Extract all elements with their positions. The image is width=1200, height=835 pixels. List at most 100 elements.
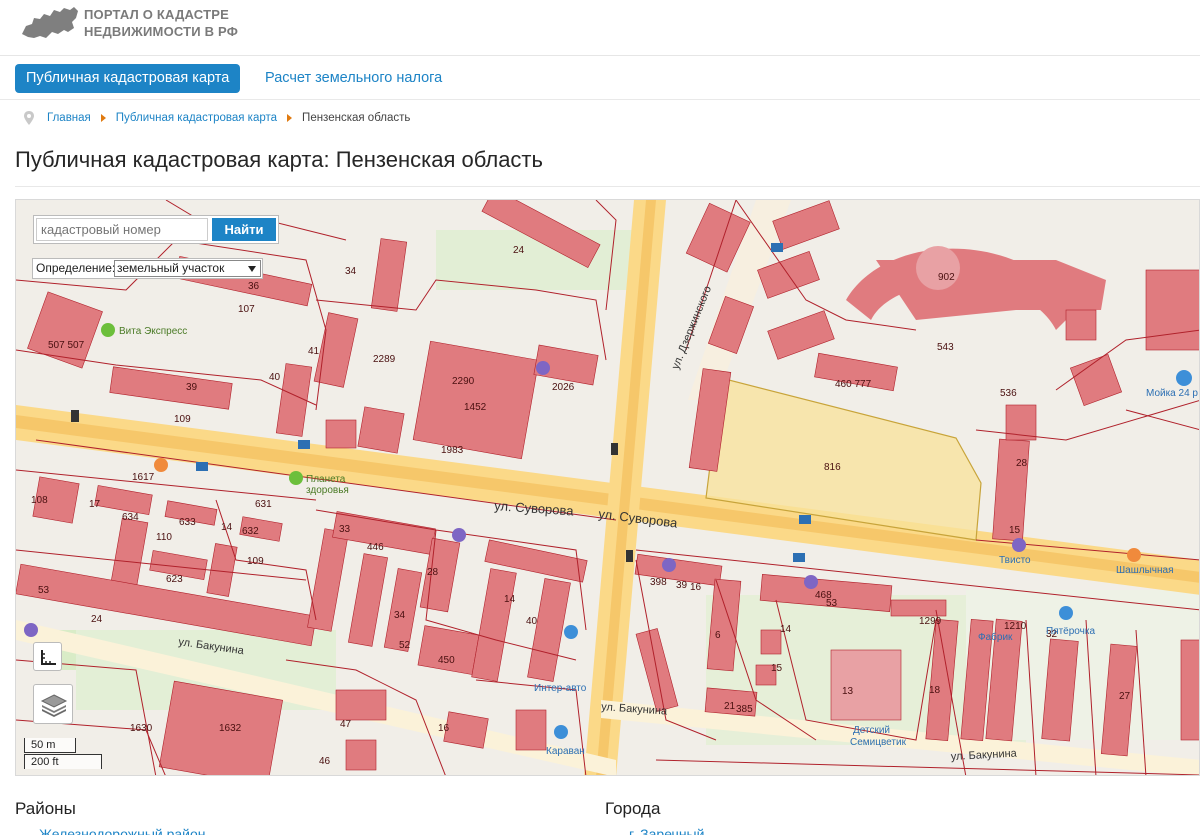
logo-line-1: ПОРТАЛ О КАДАСТРЕ — [84, 7, 229, 22]
svg-text:34: 34 — [345, 266, 357, 277]
svg-text:16: 16 — [438, 723, 450, 734]
poi-label: Мойка 24 р — [1146, 388, 1198, 399]
svg-text:902: 902 — [938, 272, 955, 283]
breadcrumb-current: Пензенская область — [302, 112, 411, 124]
breadcrumb-home[interactable]: Главная — [47, 110, 91, 126]
find-button[interactable]: Найти — [212, 218, 276, 241]
svg-text:507 507: 507 507 — [48, 340, 85, 351]
definition-selected-value: земельный участок — [117, 261, 225, 275]
logo-text[interactable]: ПОРТАЛ О КАДАСТРЕ НЕДВИЖИМОСТИ В РФ — [84, 6, 238, 40]
chevron-down-icon — [248, 266, 256, 272]
definition-select[interactable]: земельный участок — [114, 260, 261, 277]
svg-text:15: 15 — [771, 663, 783, 674]
poi-label: Пятёрочка — [1046, 626, 1095, 637]
svg-text:1210: 1210 — [1004, 621, 1027, 632]
poi-label: Караван — [546, 746, 585, 757]
nav-cadastral-map-button[interactable]: Публичная кадастровая карта — [15, 64, 241, 93]
definition-label: Определение: — [36, 261, 116, 275]
svg-text:460 777: 460 777 — [835, 379, 872, 390]
breadcrumb: Главная Публичная кадастровая карта Пенз… — [24, 110, 410, 126]
fuel-icon — [536, 361, 550, 375]
bus-stop-icon — [298, 440, 310, 449]
svg-text:110: 110 — [156, 532, 172, 543]
svg-text:52: 52 — [399, 640, 411, 651]
poi-label: Фабрик — [978, 631, 1013, 643]
cadastral-number-input[interactable] — [36, 218, 208, 241]
svg-text:14: 14 — [780, 624, 792, 635]
svg-text:385: 385 — [736, 704, 753, 715]
svg-text:543: 543 — [937, 342, 954, 353]
svg-text:2290: 2290 — [452, 376, 475, 387]
building-902 — [916, 246, 960, 290]
svg-text:46: 46 — [319, 756, 331, 767]
location-pin-icon — [24, 111, 34, 125]
svg-text:39: 39 — [186, 382, 198, 393]
page-title: Публичная кадастровая карта: Пензенская … — [15, 147, 543, 172]
layers-button[interactable] — [33, 684, 73, 724]
svg-text:24: 24 — [513, 245, 525, 256]
svg-text:14: 14 — [504, 594, 516, 605]
svg-text:2289: 2289 — [373, 354, 396, 365]
district-link[interactable]: Железнодорожный район — [39, 826, 206, 835]
restaurant-icon — [1127, 548, 1141, 562]
breadcrumb-cadastral-map[interactable]: Публичная кадастровая карта — [116, 110, 277, 126]
map-canvas[interactable]: ул. Суворова ул. Суворова ул. Бакунина у… — [16, 200, 1200, 776]
poi-label: Планета — [306, 474, 346, 485]
svg-text:40: 40 — [526, 616, 538, 627]
svg-text:40: 40 — [269, 372, 281, 383]
breadcrumb-arrow-icon — [287, 114, 293, 122]
cadastral-map[interactable]: ул. Суворова ул. Суворова ул. Бакунина у… — [15, 199, 1200, 776]
svg-text:17: 17 — [89, 499, 101, 510]
nav-land-tax-link[interactable]: Расчет земельного налога — [265, 64, 442, 93]
svg-text:631: 631 — [255, 499, 272, 510]
svg-text:33: 33 — [339, 524, 351, 535]
pharmacy-icon — [289, 471, 303, 485]
svg-text:34: 34 — [394, 610, 406, 621]
poi-label: Твисто — [999, 555, 1031, 566]
svg-text:16: 16 — [690, 582, 702, 593]
russia-map-logo-icon[interactable] — [20, 4, 80, 42]
svg-text:1452: 1452 — [464, 402, 487, 413]
svg-text:21: 21 — [724, 701, 736, 712]
svg-text:632: 632 — [242, 526, 259, 537]
svg-text:47: 47 — [340, 719, 352, 730]
measure-tool-button[interactable] — [33, 642, 62, 671]
cities-title: Города — [605, 799, 661, 818]
svg-text:623: 623 — [166, 574, 183, 585]
poi-label: Шашлычная — [1116, 565, 1173, 576]
shop-icon — [564, 625, 578, 639]
poi-label: Семицветик — [850, 737, 907, 748]
svg-text:39: 39 — [676, 580, 688, 591]
svg-text:41: 41 — [308, 346, 320, 357]
breadcrumb-arrow-icon — [100, 114, 106, 122]
svg-text:1632: 1632 — [219, 723, 242, 734]
svg-text:1617: 1617 — [132, 472, 155, 483]
svg-text:1983: 1983 — [441, 445, 464, 456]
svg-text:450: 450 — [438, 655, 455, 666]
ruler-icon — [41, 650, 56, 665]
carwash-icon — [1176, 370, 1192, 386]
svg-text:53: 53 — [38, 585, 50, 596]
svg-text:13: 13 — [842, 686, 854, 697]
svg-text:1299: 1299 — [919, 616, 942, 627]
svg-text:15: 15 — [1009, 525, 1021, 536]
poi-label: Детский — [853, 725, 890, 736]
traffic-light-icon — [71, 410, 79, 422]
map-scale: 50 m 200 ft — [24, 738, 114, 772]
svg-text:36: 36 — [248, 281, 260, 292]
svg-text:14: 14 — [221, 522, 233, 533]
shop-icon — [554, 725, 568, 739]
poi-label: здоровья — [306, 485, 349, 496]
poi-label: Интер-авто — [534, 683, 587, 694]
shop-icon — [1059, 606, 1073, 620]
scale-imperial: 200 ft — [24, 754, 102, 769]
svg-text:1630: 1630 — [130, 723, 153, 734]
shop-icon — [154, 458, 168, 472]
logo-line-2: НЕДВИЖИМОСТИ В РФ — [84, 24, 239, 39]
svg-text:2026: 2026 — [552, 382, 575, 393]
svg-text:24: 24 — [91, 614, 103, 625]
city-link[interactable]: г. Заречный — [629, 826, 704, 835]
svg-text:53: 53 — [826, 598, 838, 609]
svg-text:109: 109 — [174, 414, 191, 425]
cadastral-search-box: Найти — [33, 215, 279, 244]
